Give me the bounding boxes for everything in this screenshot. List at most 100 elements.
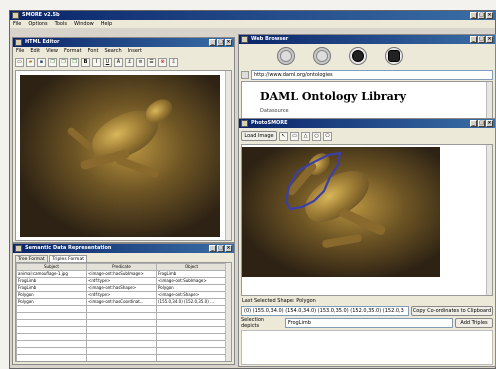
semantic-maximize-icon[interactable]: □ — [217, 245, 224, 252]
back-icon[interactable] — [277, 47, 295, 65]
rectangle-icon[interactable]: ▭ — [290, 131, 299, 141]
column-header-predicate[interactable]: Predicate — [86, 263, 157, 271]
web-browser-titlebar[interactable]: Web Browser _ □ × — [239, 35, 495, 44]
table-row[interactable] — [16, 305, 227, 313]
table-row[interactable] — [16, 326, 227, 334]
table-row[interactable]: animal:camouflage-1.jpg <image-ont:hasSub… — [16, 270, 227, 278]
html-editor-menubar: File Edit View Format Font Search Insert — [13, 47, 234, 55]
column-header-object[interactable]: Object — [156, 263, 227, 271]
cell-predicate: <image-ont:hasCoordinat... — [86, 298, 157, 306]
triangle-icon[interactable]: △ — [301, 131, 310, 141]
table-row[interactable]: Polygon <rdf:type> <image-ont:Shape> — [16, 291, 227, 299]
editor-menu-view[interactable]: View — [46, 47, 58, 55]
selection-depicts-label: Selection depicts — [241, 317, 265, 329]
browser-app-icon — [241, 36, 248, 43]
new-icon[interactable]: ▭ — [15, 57, 24, 67]
browser-close-icon[interactable]: × — [486, 36, 493, 43]
link-icon[interactable]: A — [114, 57, 123, 67]
web-browser-title: Web Browser — [251, 36, 289, 42]
menu-options[interactable]: Options — [28, 20, 47, 28]
paste-icon[interactable]: ❐ — [59, 57, 68, 67]
page-heading: DAML Ontology Library — [260, 90, 406, 103]
copy-coordinates-button[interactable]: Copy Co-ordinates to Clipboard — [411, 306, 493, 316]
italic-icon[interactable]: I — [92, 57, 101, 67]
table-scrollbar[interactable] — [225, 263, 231, 361]
photo-toolbar: Load Image ↖ ▭ △ ○ ⬠ — [241, 130, 493, 142]
editor-close-icon[interactable]: × — [225, 39, 232, 46]
editor-menu-insert[interactable]: Insert — [128, 47, 142, 55]
stop-icon[interactable]: ⊗ — [158, 57, 167, 67]
browser-maximize-icon[interactable]: □ — [478, 36, 485, 43]
table-row[interactable]: Polygon <image-ont:hasCoordinat... (155.0,… — [16, 298, 227, 306]
semantic-minimize-icon[interactable]: _ — [209, 245, 216, 252]
table-row[interactable] — [16, 333, 227, 341]
main-titlebar[interactable]: SMORE v2.5b _ □ × — [10, 11, 495, 20]
photo-maximize-icon[interactable]: □ — [478, 120, 485, 127]
underline-icon[interactable]: U — [103, 57, 112, 67]
menu-tools[interactable]: Tools — [55, 20, 67, 28]
column-header-subject[interactable]: Subject — [16, 263, 87, 271]
table-row[interactable]: FrogLimb <rdf:type> <image-ont:SubImage> — [16, 277, 227, 285]
coordinates-field[interactable]: (0) (155.0,34.0) (154.0,34.0) (153.0,35.… — [241, 306, 409, 316]
photo-app-icon — [241, 120, 248, 127]
table-row[interactable] — [16, 347, 227, 355]
photo-close-icon[interactable]: × — [486, 120, 493, 127]
photo-canvas[interactable] — [241, 144, 493, 296]
load-image-button[interactable]: Load Image — [241, 131, 277, 141]
selection-polygon[interactable] — [242, 147, 440, 277]
table-row[interactable] — [16, 312, 227, 320]
url-input[interactable]: http://www.daml.org/ontologies — [251, 69, 493, 80]
browser-minimize-icon[interactable]: _ — [470, 36, 477, 43]
photo-smore-titlebar[interactable]: PhotoSMORE _ □ × — [239, 119, 495, 128]
editor-menu-format[interactable]: Format — [64, 47, 82, 55]
maximize-icon[interactable]: □ — [478, 12, 485, 19]
cell-subject: FrogLimb — [16, 284, 87, 292]
menu-file[interactable]: File — [13, 20, 21, 28]
table-row[interactable] — [16, 354, 227, 361]
download-icon[interactable]: ⇩ — [169, 57, 178, 67]
cell-object: <image-ont:SubImage> — [156, 277, 227, 285]
editor-minimize-icon[interactable]: _ — [209, 39, 216, 46]
table-row[interactable] — [16, 340, 227, 348]
editor-menu-font[interactable]: Font — [88, 47, 99, 55]
pointer-icon[interactable]: ↖ — [279, 131, 288, 141]
save-icon[interactable]: ▪ — [37, 57, 46, 67]
editor-content[interactable] — [15, 70, 232, 241]
table-row[interactable] — [16, 319, 227, 327]
html-editor-window: HTML Editor _ □ × File Edit View Format … — [12, 37, 235, 243]
photo-minimize-icon[interactable]: _ — [470, 120, 477, 127]
close-icon[interactable]: × — [486, 12, 493, 19]
table-row[interactable]: FrogLimb <image-ont:hasShape> Polygon — [16, 284, 227, 292]
semantic-close-icon[interactable]: × — [225, 245, 232, 252]
editor-maximize-icon[interactable]: □ — [217, 39, 224, 46]
menu-help[interactable]: Help — [101, 20, 112, 28]
home-icon[interactable] — [385, 47, 403, 65]
list-icon[interactable]: ☰ — [147, 57, 156, 67]
frog-photo-large — [242, 147, 440, 277]
triples-table-container: Subject Predicate Object animal:camoufla… — [15, 262, 232, 362]
semantic-data-titlebar[interactable]: Semantic Data Representation _ □ × — [13, 244, 234, 253]
add-triples-button[interactable]: Add Triples — [455, 318, 493, 328]
html-editor-titlebar[interactable]: HTML Editor _ □ × — [13, 38, 234, 47]
editor-menu-file[interactable]: File — [16, 47, 24, 55]
editor-menu-search[interactable]: Search — [104, 47, 121, 55]
find-icon[interactable]: ❐ — [70, 57, 79, 67]
cell-subject: Polygon — [16, 291, 87, 299]
canvas-scrollbar[interactable] — [486, 145, 492, 295]
reload-icon[interactable] — [349, 47, 367, 65]
polygon-icon[interactable]: ⬠ — [323, 131, 332, 141]
selection-depicts-input[interactable]: FrogLimb — [285, 318, 453, 328]
copy-icon[interactable]: ❐ — [48, 57, 57, 67]
bold-icon[interactable]: B — [81, 57, 90, 67]
menu-window[interactable]: Window — [74, 20, 94, 28]
open-icon[interactable]: ▰ — [26, 57, 35, 67]
align-left-icon[interactable]: ≡ — [136, 57, 145, 67]
circle-icon[interactable]: ○ — [312, 131, 321, 141]
minimize-icon[interactable]: _ — [470, 12, 477, 19]
editor-scrollbar[interactable] — [225, 71, 231, 240]
editor-menu-edit[interactable]: Edit — [30, 47, 40, 55]
anchor-icon[interactable]: ⚓ — [125, 57, 134, 67]
forward-icon[interactable] — [313, 47, 331, 65]
html-editor-title: HTML Editor — [25, 39, 60, 45]
cell-predicate: <image-ont:hasSubImage> — [86, 270, 157, 278]
